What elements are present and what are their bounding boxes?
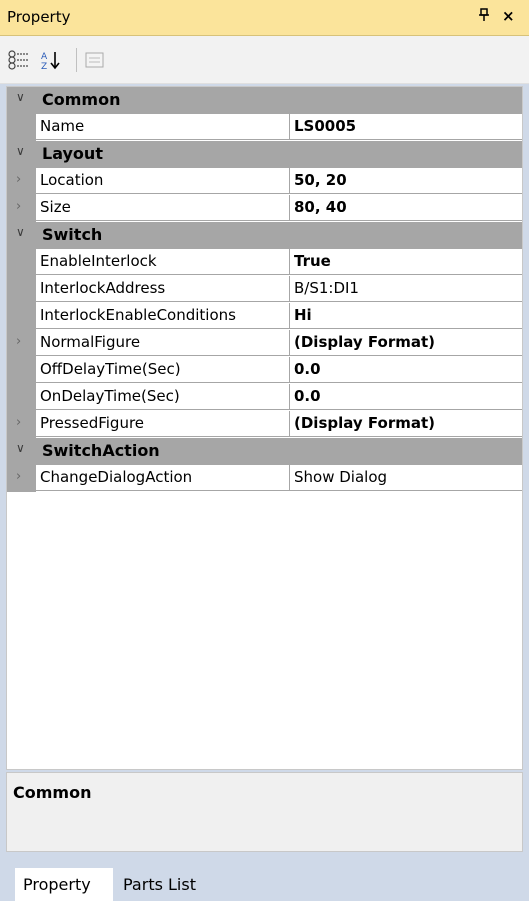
property-name: EnableInterlock [36,249,290,275]
property-pages-icon[interactable] [84,50,106,70]
row-gutter [7,303,36,330]
panel-title-bar: Property × [0,0,529,36]
panel-title: Property [7,8,71,26]
property-name: NormalFigure [36,330,290,356]
row-gutter: › [7,465,36,492]
property-value[interactable]: 80, 40 [290,195,522,221]
tab-parts-list[interactable]: Parts List [115,868,235,901]
toolbar-separator [76,48,77,72]
property-name: OnDelayTime(Sec) [36,384,290,410]
property-row[interactable]: InterlockEnableConditions Hi [7,303,522,330]
row-gutter: › [7,330,36,357]
property-row[interactable]: EnableInterlock True [7,249,522,276]
category-switch[interactable]: ∨ Switch [7,222,522,249]
property-value[interactable]: (Display Format) [290,330,522,356]
category-label: SwitchAction [42,441,160,460]
property-name: InterlockAddress [36,276,290,302]
property-grid: ∨ Common Name LS0005 ∨ Layout › Location 50, 20 ›… [6,86,523,770]
property-value[interactable]: True [290,249,522,275]
property-row[interactable]: › Size 80, 40 [7,195,522,222]
chevron-right-icon[interactable]: › [16,469,21,484]
chevron-down-icon[interactable]: ∨ [16,441,25,455]
property-row[interactable]: OnDelayTime(Sec) 0.0 [7,384,522,411]
category-label: Switch [42,225,103,244]
property-value[interactable]: B/S1:DI1 [290,276,522,302]
property-row[interactable]: › NormalFigure (Display Format) [7,330,522,357]
row-gutter [7,384,36,411]
description-panel: Common [6,772,523,852]
property-name: Size [36,195,290,221]
property-row[interactable]: › Location 50, 20 [7,168,522,195]
category-layout[interactable]: ∨ Layout [7,141,522,168]
row-gutter: › [7,195,36,222]
chevron-right-icon[interactable]: › [16,415,21,430]
panel-tab-strip: Property Parts List [0,860,529,901]
property-value[interactable]: Show Dialog [290,465,522,491]
property-row[interactable]: › PressedFigure (Display Format) [7,411,522,438]
category-switchaction[interactable]: ∨ SwitchAction [7,438,522,465]
svg-text:Z: Z [41,62,47,70]
property-value[interactable]: 0.0 [290,384,522,410]
chevron-right-icon[interactable]: › [16,172,21,187]
tab-property[interactable]: Property [15,868,113,901]
property-value[interactable]: Hi [290,303,522,329]
category-common[interactable]: ∨ Common [7,87,522,114]
chevron-down-icon[interactable]: ∨ [16,225,25,239]
property-row[interactable]: InterlockAddress B/S1:DI1 [7,276,522,303]
chevron-down-icon[interactable]: ∨ [16,144,25,158]
sort-alphabetical-icon[interactable]: A Z [40,50,62,72]
property-toolbar: A Z [0,36,529,84]
row-gutter: › [7,168,36,195]
row-gutter: › [7,411,36,438]
property-name: Location [36,168,290,194]
close-icon[interactable]: × [502,7,515,25]
categorized-icon[interactable] [8,50,30,70]
chevron-down-icon[interactable]: ∨ [16,90,25,104]
property-name: OffDelayTime(Sec) [36,357,290,383]
category-label: Common [42,90,121,109]
row-gutter [7,114,36,141]
property-value[interactable]: (Display Format) [290,411,522,437]
property-value[interactable]: LS0005 [290,114,522,140]
property-name: InterlockEnableConditions [36,303,290,329]
property-name: ChangeDialogAction [36,465,290,491]
row-gutter [7,357,36,384]
svg-text:A: A [41,52,48,62]
pin-icon[interactable] [478,8,490,26]
chevron-right-icon[interactable]: › [16,199,21,214]
property-value[interactable]: 0.0 [290,357,522,383]
row-gutter [7,276,36,303]
description-title: Common [13,783,92,802]
category-label: Layout [42,144,103,163]
row-gutter [7,249,36,276]
property-row[interactable]: OffDelayTime(Sec) 0.0 [7,357,522,384]
property-name: PressedFigure [36,411,290,437]
property-row[interactable]: Name LS0005 [7,114,522,141]
property-name: Name [36,114,290,140]
chevron-right-icon[interactable]: › [16,334,21,349]
property-value[interactable]: 50, 20 [290,168,522,194]
property-row[interactable]: › ChangeDialogAction Show Dialog [7,465,522,492]
